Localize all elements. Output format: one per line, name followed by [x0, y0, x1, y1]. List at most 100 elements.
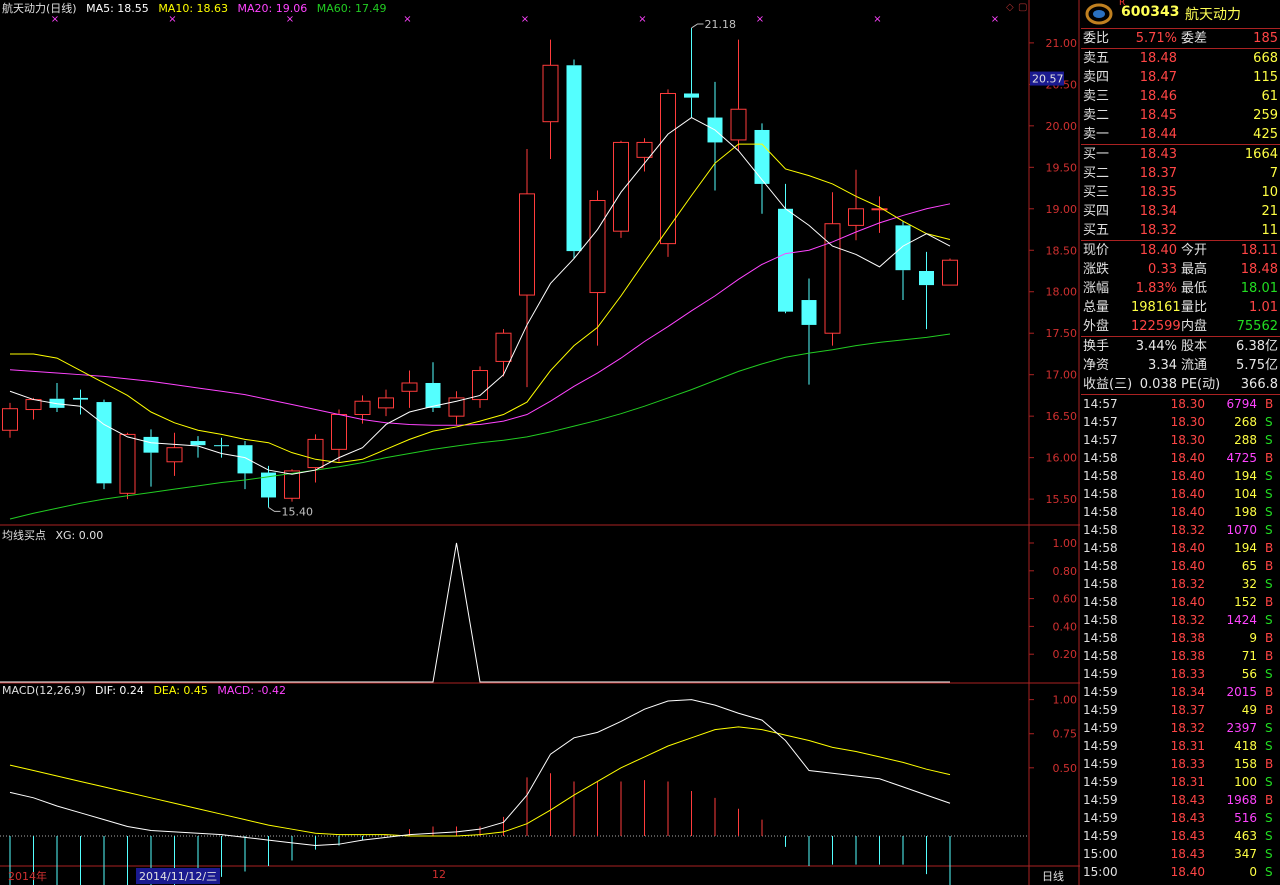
- tick-row[interactable]: 14:58 18.40 194 S: [1081, 467, 1280, 485]
- ma5-label: MA5: 18.55: [86, 2, 149, 15]
- candle-body-up: [589, 199, 606, 294]
- tick-row[interactable]: 14:58 18.40 152 B: [1081, 593, 1280, 611]
- tick-row[interactable]: 14:57 18.30 6794 B: [1081, 395, 1280, 413]
- price-tick-label: 19.00: [1046, 203, 1078, 216]
- fundamental-value-2: 6.38亿: [1236, 339, 1278, 354]
- tick-row[interactable]: 14:57 18.30 268 S: [1081, 413, 1280, 431]
- high-label: 21.18: [705, 18, 737, 31]
- tick-row[interactable]: 14:59 18.33 158 B: [1081, 755, 1280, 773]
- tick-row[interactable]: 14:58 18.40 65 B: [1081, 557, 1280, 575]
- period-button[interactable]: 日线: [1042, 868, 1064, 884]
- tick-price: 18.30: [1170, 397, 1205, 411]
- tick-side: S: [1265, 523, 1273, 537]
- price-tick-label: 18.50: [1046, 244, 1078, 257]
- tick-row[interactable]: 14:58 18.40 4725 B: [1081, 449, 1280, 467]
- ask-row[interactable]: 卖一 18.44 425: [1081, 125, 1280, 144]
- tick-row[interactable]: 14:58 18.38 71 B: [1081, 647, 1280, 665]
- tick-time: 14:59: [1083, 739, 1118, 753]
- tick-row[interactable]: 14:58 18.32 1424 S: [1081, 611, 1280, 629]
- tick-row[interactable]: 14:59 18.43 463 S: [1081, 827, 1280, 845]
- candle-body-up: [307, 438, 324, 469]
- tick-row[interactable]: 14:59 18.31 418 S: [1081, 737, 1280, 755]
- candle-body-up: [331, 414, 347, 450]
- tick-row[interactable]: 14:59 18.32 2397 S: [1081, 719, 1280, 737]
- tick-row[interactable]: 14:57 18.30 288 S: [1081, 431, 1280, 449]
- low-marker: [268, 506, 281, 512]
- tick-volume: 152: [1234, 595, 1257, 609]
- macd-tick-label: 0.75: [1053, 728, 1078, 741]
- candle-body-up: [448, 397, 465, 417]
- tick-row[interactable]: 14:58 18.32 1070 S: [1081, 521, 1280, 539]
- tick-row[interactable]: 15:00 18.43 347 S: [1081, 845, 1280, 863]
- fundamental-label: 收益(三): [1083, 377, 1133, 392]
- stat-label-2: 最低: [1181, 281, 1208, 296]
- candle-body-up: [942, 259, 958, 286]
- price-tick-label: 16.00: [1046, 452, 1078, 465]
- tick-side: S: [1265, 811, 1273, 825]
- candle-body-up: [119, 433, 136, 494]
- tick-volume: 65: [1241, 559, 1257, 573]
- tick-row[interactable]: 15:00 18.40 0 S: [1081, 863, 1280, 881]
- macd-title: MACD(12,26,9): [2, 684, 86, 697]
- tick-row[interactable]: 14:58 18.38 9 B: [1081, 629, 1280, 647]
- fundamental-row: 换手 3.44% 股本 6.38亿: [1081, 337, 1280, 356]
- bid-row[interactable]: 买三 18.35 10: [1081, 183, 1280, 202]
- tick-time: 14:58: [1083, 541, 1118, 555]
- ask-label: 卖二: [1083, 108, 1110, 123]
- tick-row[interactable]: 14:58 18.40 198 S: [1081, 503, 1280, 521]
- bid-volume: 21: [1261, 204, 1278, 219]
- candle-body-down: [895, 225, 911, 271]
- tick-price: 18.33: [1170, 667, 1205, 681]
- tick-volume: 516: [1234, 811, 1257, 825]
- tick-volume: 198: [1234, 505, 1257, 519]
- tick-volume: 1424: [1226, 613, 1257, 627]
- tick-row[interactable]: 14:59 18.37 49 B: [1081, 701, 1280, 719]
- tick-list[interactable]: 14:57 18.30 6794 B 14:57 18.30 268 S 14:…: [1081, 395, 1280, 881]
- weicha-value: 185: [1253, 31, 1278, 46]
- bid-volume: 1664: [1244, 147, 1278, 162]
- bid-price: 18.37: [1139, 166, 1177, 181]
- tick-price: 18.40: [1170, 559, 1205, 573]
- bid-volume: 10: [1261, 185, 1278, 200]
- tick-row[interactable]: 14:59 18.43 516 S: [1081, 809, 1280, 827]
- macd-panel: 1.00 0.75 0.50: [0, 694, 1077, 885]
- tick-row[interactable]: 14:58 18.32 32 S: [1081, 575, 1280, 593]
- ask-row[interactable]: 卖五 18.48 668: [1081, 49, 1280, 68]
- bid-row[interactable]: 买一 18.43 1664: [1081, 145, 1280, 164]
- ask-row[interactable]: 卖三 18.46 61: [1081, 87, 1280, 106]
- diamond-icon[interactable]: ◇: [1006, 2, 1014, 13]
- dif-label: DIF: 0.24: [95, 684, 144, 697]
- bid-row[interactable]: 买二 18.37 7: [1081, 164, 1280, 183]
- tick-time: 14:59: [1083, 793, 1118, 807]
- chart-canvas[interactable]: 21.0020.5020.0019.5019.0018.5018.0017.50…: [0, 0, 1080, 885]
- tick-volume: 0: [1249, 865, 1257, 879]
- ask-volume: 115: [1253, 70, 1278, 85]
- ask-label: 卖三: [1083, 89, 1110, 104]
- tick-volume: 49: [1241, 703, 1257, 717]
- tick-time: 14:58: [1083, 649, 1118, 663]
- tick-row[interactable]: 14:58 18.40 194 B: [1081, 539, 1280, 557]
- candle-body-down: [801, 300, 817, 325]
- ask-price: 18.47: [1139, 70, 1177, 85]
- fundamental-label-2: 股本: [1181, 339, 1208, 354]
- tick-volume: 2015: [1226, 685, 1257, 699]
- stat-label-2: 量比: [1181, 300, 1208, 315]
- tick-row[interactable]: 14:59 18.34 2015 B: [1081, 683, 1280, 701]
- candle-body-down: [96, 402, 112, 484]
- tick-row[interactable]: 14:59 18.43 1968 B: [1081, 791, 1280, 809]
- tick-price: 18.43: [1170, 811, 1205, 825]
- tick-price: 18.31: [1170, 775, 1205, 789]
- ask-row[interactable]: 卖四 18.47 115: [1081, 68, 1280, 87]
- tick-price: 18.40: [1170, 469, 1205, 483]
- bid-row[interactable]: 买五 18.32 11: [1081, 221, 1280, 240]
- tick-row[interactable]: 14:59 18.31 100 S: [1081, 773, 1280, 791]
- candle-body-up: [166, 447, 183, 463]
- tick-row[interactable]: 14:58 18.40 104 S: [1081, 485, 1280, 503]
- candle-body-up: [378, 397, 394, 409]
- tick-row[interactable]: 14:59 18.33 56 S: [1081, 665, 1280, 683]
- stat-label: 涨幅: [1083, 281, 1110, 296]
- ask-row[interactable]: 卖二 18.45 259: [1081, 106, 1280, 125]
- window-toggle-icon[interactable]: ▢: [1018, 2, 1027, 13]
- bid-row[interactable]: 买四 18.34 21: [1081, 202, 1280, 221]
- candle-body-down: [214, 445, 229, 447]
